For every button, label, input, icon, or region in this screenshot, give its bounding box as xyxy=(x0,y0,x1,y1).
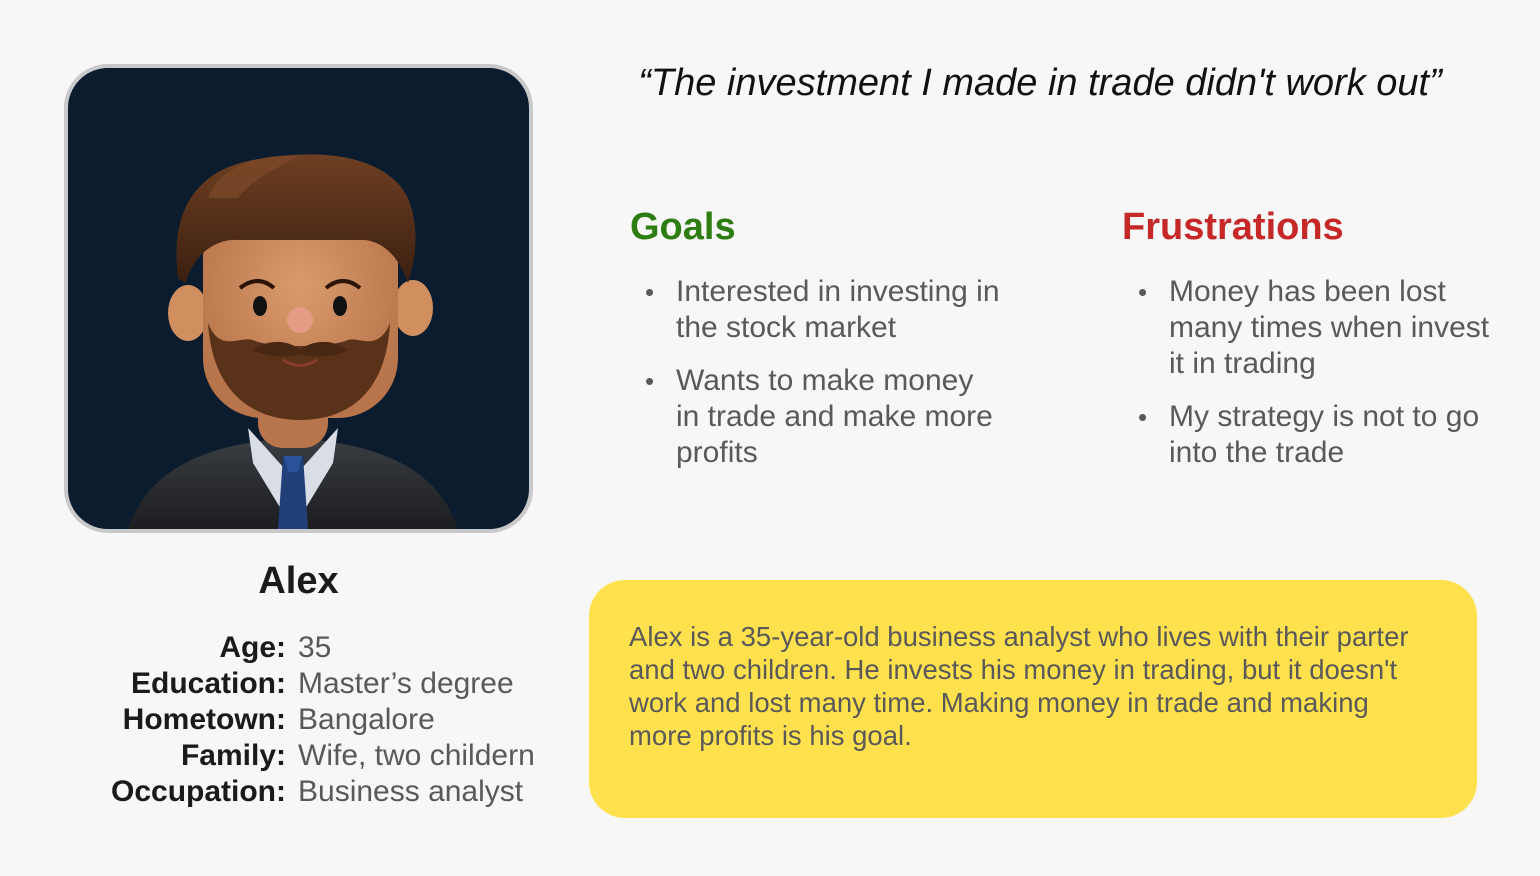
detail-label: Age: xyxy=(219,631,286,664)
goal-text: Interested in investing in the stock mar… xyxy=(676,275,1000,344)
bullet-icon: • xyxy=(1138,402,1148,432)
detail-label: Family: xyxy=(180,739,286,772)
persona-details: Age: 35 Education: Master’s degree Homet… xyxy=(0,630,600,810)
frustration-text: Money has been lost many times when inve… xyxy=(1169,275,1490,380)
detail-label: Hometown: xyxy=(122,703,286,736)
detail-label: Occupation: xyxy=(110,775,286,808)
detail-occupation: Occupation: Business analyst xyxy=(0,774,600,810)
bullet-icon: • xyxy=(645,366,655,396)
frustrations-title: Frustrations xyxy=(1122,206,1344,248)
detail-value: Master’s degree xyxy=(298,667,514,700)
bullet-icon: • xyxy=(645,277,655,307)
goal-text: Wants to make money in trade and make mo… xyxy=(676,364,993,469)
bio-text: Alex is a 35-year-old business analyst w… xyxy=(629,621,1409,751)
list-item: • My strategy is not to go into the trad… xyxy=(1138,399,1498,471)
detail-hometown: Hometown: Bangalore xyxy=(0,702,600,738)
detail-label: Education: xyxy=(131,667,286,700)
list-item: • Money has been lost many times when in… xyxy=(1138,274,1498,382)
avatar xyxy=(64,64,533,533)
persona-quote: “The investment I made in trade didn't w… xyxy=(638,62,1442,104)
list-item: • Interested in investing in the stock m… xyxy=(645,274,1005,346)
persona-name: Alex xyxy=(258,560,339,602)
avatar-3d-bearded-man-icon xyxy=(128,154,458,529)
detail-value: Bangalore xyxy=(298,703,435,736)
detail-value: Business analyst xyxy=(298,775,524,808)
detail-value: 35 xyxy=(298,631,332,664)
bullet-icon: • xyxy=(1138,277,1148,307)
frustrations-list: • Money has been lost many times when in… xyxy=(1138,274,1498,488)
bio-box: Alex is a 35-year-old business analyst w… xyxy=(589,580,1477,818)
goals-list: • Interested in investing in the stock m… xyxy=(645,274,1005,488)
detail-age: Age: 35 xyxy=(0,630,600,666)
list-item: • Wants to make money in trade and make … xyxy=(645,363,1005,471)
detail-family: Family: Wife, two childern xyxy=(0,738,600,774)
goals-title: Goals xyxy=(630,206,736,248)
detail-education: Education: Master’s degree xyxy=(0,666,600,702)
frustration-text: My strategy is not to go into the trade xyxy=(1169,400,1480,469)
detail-value: Wife, two childern xyxy=(298,739,535,772)
